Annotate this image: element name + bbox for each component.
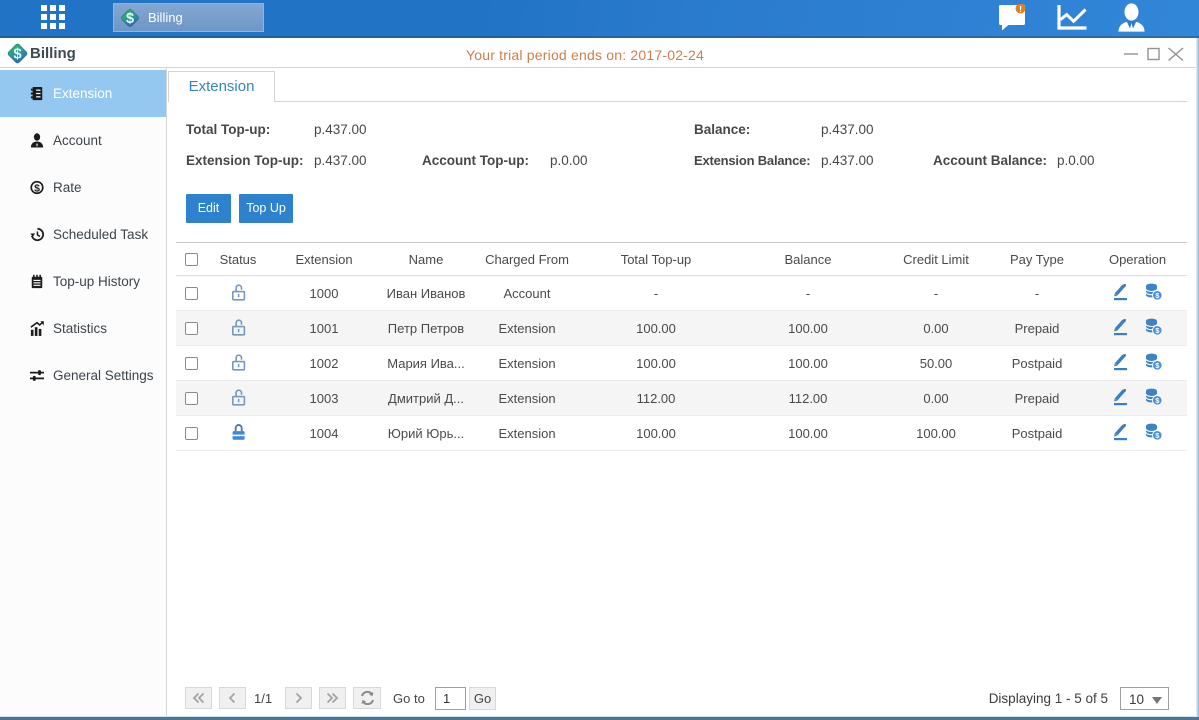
- svg-text:$: $: [34, 182, 40, 194]
- svg-text:$: $: [126, 11, 134, 27]
- svg-text:!: !: [1019, 4, 1022, 14]
